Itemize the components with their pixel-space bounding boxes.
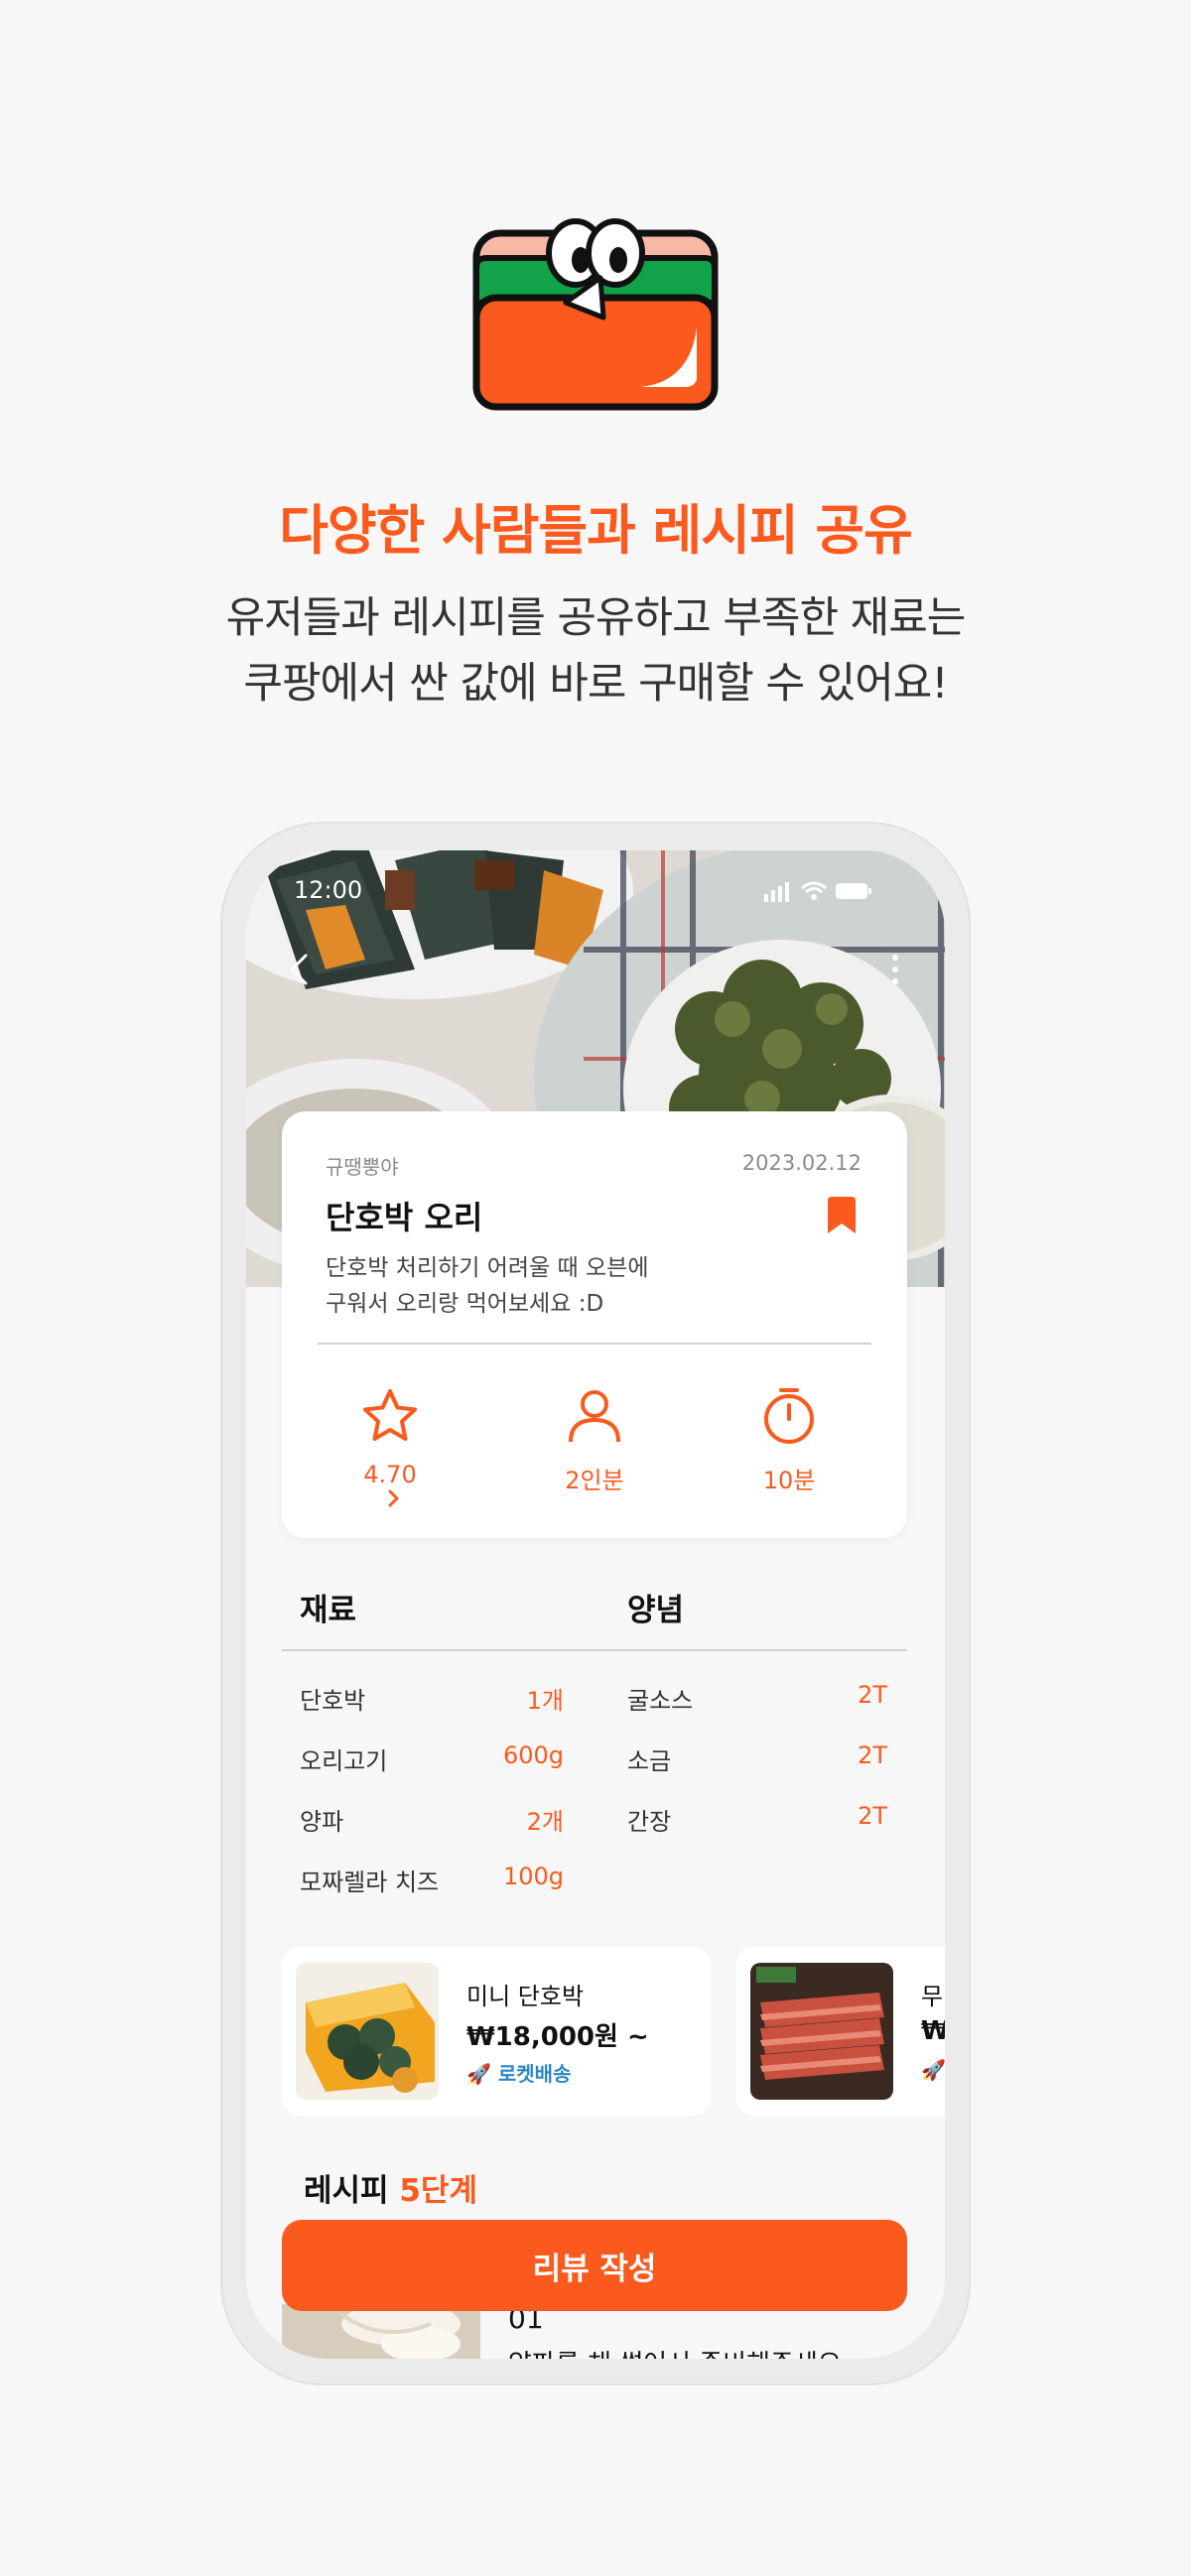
product-name: 무	[921, 1983, 944, 2010]
product-card[interactable]: 무 ₩ 🚀	[736, 1947, 945, 2116]
recipe-description: 단호박 처리하기 어려울 때 오븐에 구워서 오리랑 먹어보세요 :D	[326, 1250, 648, 1322]
product-image	[750, 1963, 893, 2100]
seasoning-heading: 양념	[627, 1593, 685, 1628]
rocket-delivery: 🚀	[921, 2058, 945, 2082]
duck-meat-image	[750, 1963, 893, 2100]
ingredients-heading: 재료	[300, 1593, 357, 1628]
recipe-steps-count: 5단계	[399, 2173, 477, 2209]
recipe-author[interactable]: 규땡뿡야	[326, 1151, 399, 1180]
onion-slices-image	[282, 2304, 480, 2359]
ingredient-name: 단호박	[300, 1687, 366, 1715]
ingredients-divider	[282, 1649, 907, 1651]
shipping-label: 로켓배송	[497, 2062, 572, 2086]
person-icon	[569, 1390, 620, 1443]
seasoning-amount: 2T	[858, 1802, 887, 1830]
headline: 다양한 사람들과 레시피 공유	[279, 499, 913, 562]
recipe-steps-label: 레시피	[304, 2173, 389, 2209]
timer-icon	[764, 1388, 814, 1444]
recipe-steps-heading: 레시피 5단계	[304, 2165, 477, 2210]
ingredient-name: 모짜렐라 치즈	[300, 1868, 440, 1896]
ingredient-amount: 600g	[502, 1741, 564, 1769]
rocket-icon: 🚀	[921, 2058, 945, 2082]
seasoning-name: 간장	[627, 1808, 672, 1836]
status-bar: 12:00	[246, 874, 945, 914]
time-value: 10분	[762, 1467, 816, 1494]
recipe-date: 2023.02.12	[741, 1151, 861, 1175]
bookmark-icon[interactable]	[826, 1197, 858, 1234]
ingredient-amount: 2개	[526, 1808, 564, 1836]
mascot-logo	[472, 218, 719, 411]
pumpkin-box-image	[296, 1963, 439, 2100]
rocket-icon: 🚀	[466, 2062, 491, 2086]
rocket-delivery: 🚀 로켓배송	[466, 2058, 571, 2087]
product-image	[296, 1963, 439, 2100]
product-price: ₩18,000원 ~	[466, 2022, 649, 2052]
back-icon[interactable]	[280, 950, 320, 989]
seasoning-name: 굴소스	[627, 1687, 694, 1715]
ingredient-amount: 1개	[526, 1687, 564, 1715]
product-name: 미니 단호박	[466, 1983, 585, 2010]
status-icons	[764, 880, 873, 908]
seasoning-amount: 2T	[858, 1741, 887, 1769]
product-price: ₩	[921, 2016, 945, 2046]
recipe-description-line-1: 단호박 처리하기 어려울 때 오븐에	[326, 1255, 649, 1281]
seasoning-amount: 2T	[858, 1681, 887, 1709]
ingredient-name: 오리고기	[300, 1747, 388, 1775]
subline: 유저들과 레시피를 공유하고 부족한 재료는 쿠팡에서 싼 값에 바로 구매할 …	[0, 585, 1191, 716]
servings-stat: 2인분	[525, 1387, 664, 1495]
status-time: 12:00	[294, 876, 363, 904]
servings-value: 2인분	[565, 1467, 624, 1494]
recipe-card: 규땡뿡야 2023.02.12 단호박 오리 단호박 처리하기 어려울 때 오븐…	[282, 1111, 907, 1538]
recipe-title: 단호박 오리	[326, 1199, 483, 1236]
rating-value: 4.70	[363, 1461, 417, 1488]
ingredient-amount: 100g	[502, 1863, 564, 1890]
write-review-button[interactable]: 리뷰 작성	[282, 2220, 907, 2311]
rating-stat[interactable]: 4.70	[321, 1387, 460, 1508]
product-card[interactable]: 미니 단호박 ₩18,000원 ~ 🚀 로켓배송	[282, 1947, 711, 2116]
step-image	[282, 2304, 480, 2359]
recipe-description-line-2: 구워서 오리랑 먹어보세요 :D	[326, 1291, 604, 1317]
rating-value-row: 4.70	[321, 1461, 460, 1508]
chevron-right-icon[interactable]	[376, 1488, 404, 1508]
signal-wifi-battery-icon	[764, 881, 871, 902]
seasoning-name: 소금	[627, 1747, 672, 1775]
star-icon	[363, 1389, 417, 1441]
ingredient-name: 양파	[300, 1808, 344, 1836]
more-icon[interactable]	[885, 950, 905, 989]
time-stat: 10분	[720, 1387, 859, 1495]
subline-line-2: 쿠팡에서 싼 값에 바로 구매할 수 있어요!	[243, 659, 948, 708]
card-divider	[318, 1343, 871, 1345]
phone-screen: 12:00 규땡뿡야 2023.02.12 단호박 오리 단호박 처리하기 어려…	[246, 850, 945, 2359]
subline-line-1: 유저들과 레시피를 공유하고 부족한 재료는	[225, 593, 967, 643]
step-text: 양파를 채 썰어서 준비해주세요	[508, 2344, 842, 2359]
